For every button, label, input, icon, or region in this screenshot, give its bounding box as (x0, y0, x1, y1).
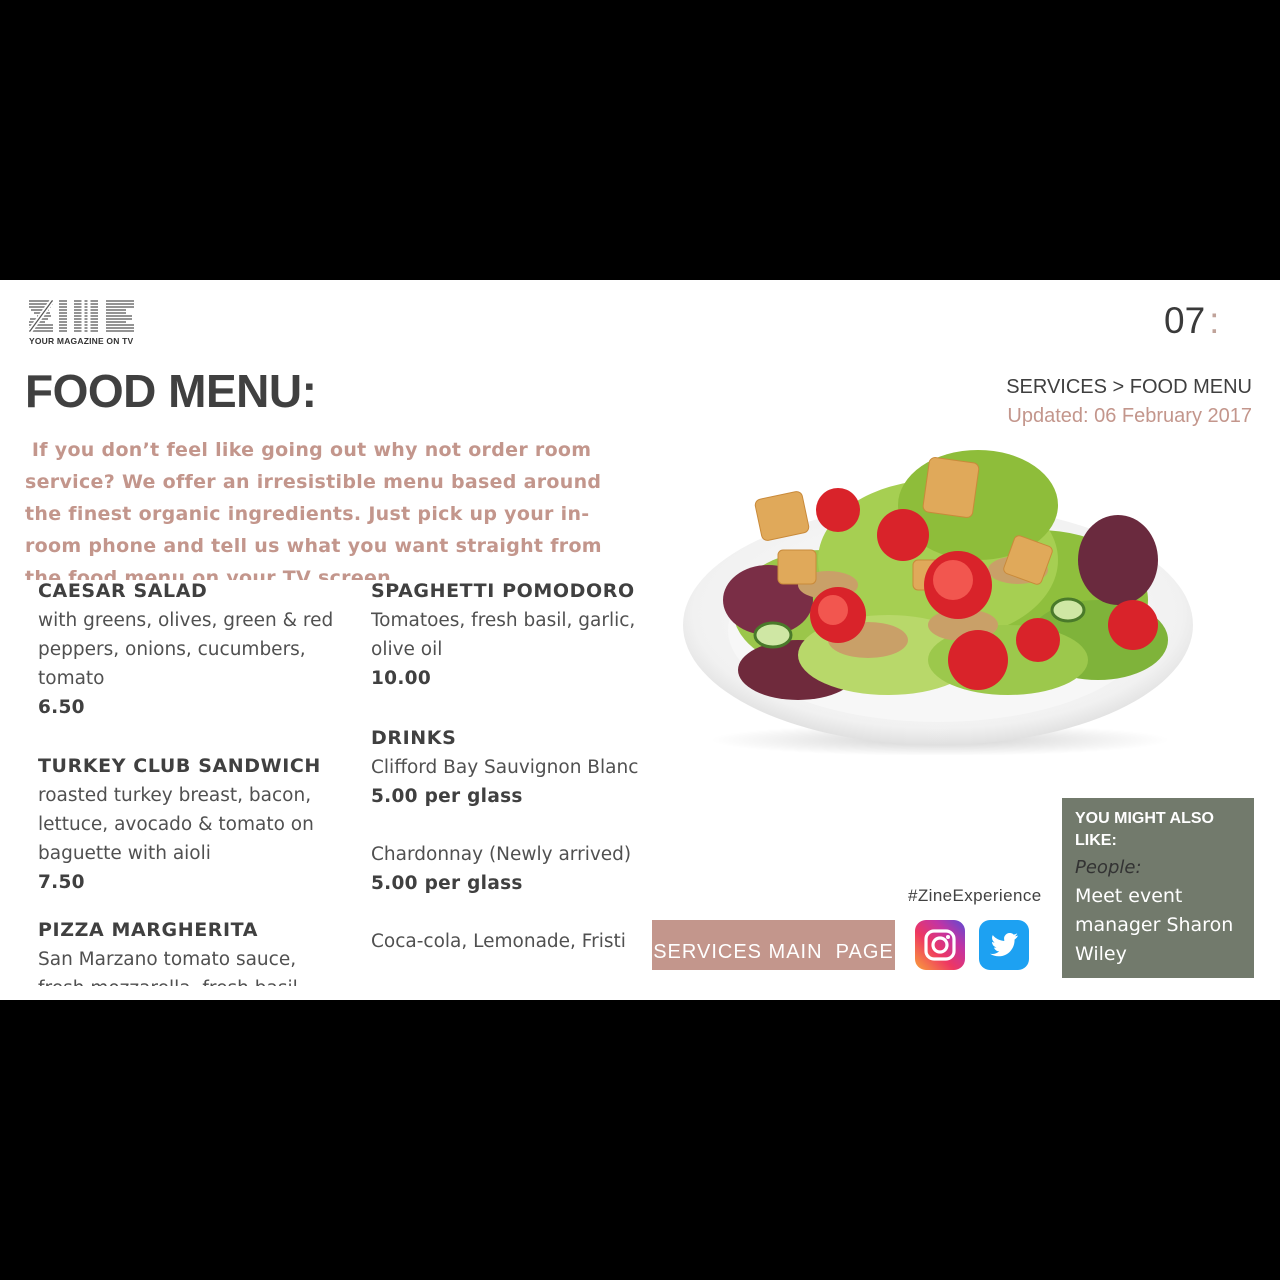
drink-item: Clifford Bay Sauvignon Blanc 5.00 per gl… (371, 753, 641, 811)
hashtag: #ZineExperience (908, 886, 1042, 905)
instagram-glyph (924, 929, 956, 961)
clock-hour: 07 (1164, 300, 1206, 341)
intro-text-content: If you don’t feel like going out why not… (25, 439, 602, 580)
menu-item-description: roasted turkey breast, bacon, lettuce, a… (38, 785, 314, 864)
updated-date: Updated: 06 February 2017 (1007, 405, 1252, 427)
menu-item: PIZZA MARGHERITA San Marzano tomato sauc… (38, 915, 348, 986)
also-like-heading: YOU MIGHT ALSO LIKE: (1075, 810, 1214, 849)
also-like-category: People: (1075, 857, 1142, 878)
menu-item-description: Tomatoes, fresh basil, garlic, olive oil (371, 610, 636, 660)
also-like-panel[interactable]: YOU MIGHT ALSO LIKE: People: Meet event … (1062, 798, 1254, 978)
menu-item-name: SPAGHETTI POMODORO (371, 580, 635, 602)
drink-price: 5.00 per glass (371, 786, 523, 807)
menu-item: SPAGHETTI POMODORO Tomatoes, fresh basil… (371, 576, 641, 693)
salad-image (683, 450, 1193, 755)
menu-item-name: CAESAR SALAD (38, 580, 208, 602)
tv-screen: YOUR MAGAZINE ON TV 07: FOOD MENU: SERVI… (0, 280, 1280, 1000)
drink-name: Clifford Bay Sauvignon Blanc (371, 757, 639, 778)
clock-separator: : (1209, 300, 1220, 341)
menu-column-right: SPAGHETTI POMODORO Tomatoes, fresh basil… (371, 576, 641, 986)
drinks-heading: DRINKS (371, 727, 457, 749)
drink-name: Coca-cola, Lemonade, Fristi (371, 931, 626, 952)
zine-logo-mark (27, 299, 134, 333)
twitter-bird-glyph (990, 932, 1018, 957)
menu-column-left: CAESAR SALAD with greens, olives, green … (38, 576, 348, 986)
drink-price: 5.00 per glass (371, 873, 523, 894)
breadcrumb[interactable]: SERVICES > FOOD MENU (1006, 376, 1252, 399)
menu-item: TURKEY CLUB SANDWICH roasted turkey brea… (38, 751, 348, 897)
twitter-icon[interactable] (979, 920, 1029, 970)
logo-tagline: YOUR MAGAZINE ON TV (29, 336, 134, 346)
services-main-page-button[interactable]: SERVICES MAIN PAGE (652, 920, 895, 970)
page-title: FOOD MENU: (25, 365, 317, 417)
intro-text: If you don’t feel like going out why not… (25, 434, 610, 580)
menu-item-price: 6.50 (38, 697, 85, 718)
drink-name: Chardonnay (Newly arrived) (371, 844, 632, 865)
menu-item-price: 10.00 (371, 668, 432, 689)
clock: 07: (1164, 300, 1219, 342)
menu-item-name: TURKEY CLUB SANDWICH (38, 755, 321, 777)
menu-item-price: 7.50 (38, 872, 85, 893)
menu-item-description: San Marzano tomato sauce, fresh mozzarel… (38, 949, 298, 986)
also-like-text: Meet event manager Sharon Wiley (1075, 885, 1234, 965)
instagram-icon[interactable] (915, 920, 965, 970)
drink-item: Chardonnay (Newly arrived) 5.00 per glas… (371, 840, 641, 898)
menu-item: CAESAR SALAD with greens, olives, green … (38, 576, 348, 722)
drink-item: Coca-cola, Lemonade, Fristi (371, 927, 641, 956)
menu-item-name: PIZZA MARGHERITA (38, 919, 259, 941)
menu-item-description: with greens, olives, green & red peppers… (38, 610, 334, 689)
